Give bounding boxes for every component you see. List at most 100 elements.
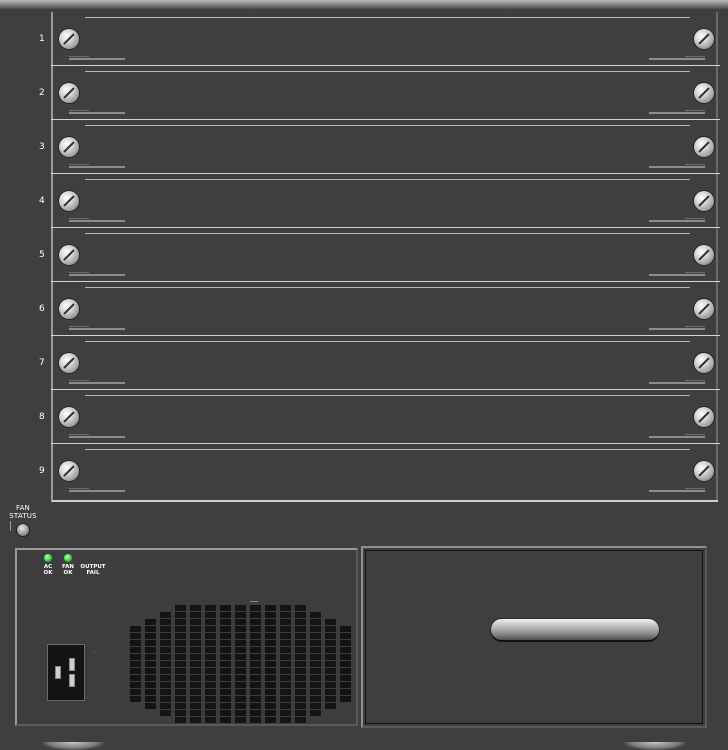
right-ejector bbox=[649, 326, 705, 330]
power-supply-module[interactable]: AC OK FAN OK OUTPUT FAIL › bbox=[15, 548, 358, 726]
blank-psu-panel[interactable] bbox=[361, 546, 707, 728]
left-thumbscrew-icon[interactable] bbox=[59, 407, 79, 427]
output-fail-label: OUTPUT FAIL bbox=[77, 564, 109, 576]
vent-slot bbox=[190, 633, 201, 639]
vent-slot bbox=[220, 675, 231, 681]
slot-number: 9 bbox=[39, 466, 45, 476]
vent-slot bbox=[265, 633, 276, 639]
vent-slot bbox=[175, 605, 186, 611]
right-thumbscrew-icon[interactable] bbox=[694, 299, 714, 319]
vent-slot bbox=[250, 682, 261, 688]
vent-slot bbox=[265, 626, 276, 632]
vent-slot bbox=[310, 668, 321, 674]
slot-row[interactable]: 5 bbox=[39, 228, 720, 282]
slot-row[interactable]: 3 bbox=[39, 120, 720, 174]
left-thumbscrew-icon[interactable] bbox=[59, 245, 79, 265]
vent-slot bbox=[340, 668, 351, 674]
left-thumbscrew-icon[interactable] bbox=[59, 83, 79, 103]
inlet-pin-left bbox=[55, 666, 61, 679]
vent-slot bbox=[160, 619, 171, 625]
vent-slot bbox=[310, 710, 321, 716]
vent-slot bbox=[265, 717, 276, 723]
vent-slot bbox=[220, 633, 231, 639]
slot-top-rail bbox=[85, 17, 690, 18]
right-thumbscrew-icon[interactable] bbox=[694, 245, 714, 265]
slot-row[interactable]: 2 bbox=[39, 66, 720, 120]
slot-row[interactable]: 4 bbox=[39, 174, 720, 228]
vent-slot bbox=[145, 661, 156, 667]
vent-slot bbox=[190, 605, 201, 611]
vent-slot bbox=[160, 696, 171, 702]
vent-slot bbox=[340, 633, 351, 639]
vent-slot bbox=[220, 654, 231, 660]
left-thumbscrew-icon[interactable] bbox=[59, 353, 79, 373]
vent-slot bbox=[160, 633, 171, 639]
inlet-pin-bottom-right bbox=[69, 674, 75, 687]
vent-slot bbox=[220, 661, 231, 667]
right-ejector bbox=[649, 272, 705, 276]
vent-slot bbox=[280, 689, 291, 695]
inlet-marker-icon: › bbox=[93, 650, 95, 656]
vent-slot bbox=[235, 682, 246, 688]
vent-slot bbox=[295, 689, 306, 695]
inlet-pin-top-right bbox=[69, 658, 75, 671]
vent-slot bbox=[220, 696, 231, 702]
vent-slot bbox=[190, 689, 201, 695]
vent-slot bbox=[295, 682, 306, 688]
vent-slot bbox=[310, 661, 321, 667]
fan-status-led[interactable] bbox=[17, 524, 29, 536]
vent-slot bbox=[145, 682, 156, 688]
right-thumbscrew-icon[interactable] bbox=[694, 29, 714, 49]
vent-slot bbox=[175, 689, 186, 695]
slot-row[interactable]: 7 bbox=[39, 336, 720, 390]
power-inlet-socket[interactable] bbox=[47, 644, 85, 701]
vent-slot bbox=[325, 619, 336, 625]
slot-top-rail bbox=[85, 287, 690, 288]
slot-row[interactable]: 1 bbox=[39, 12, 720, 66]
output-fail-label-line2: FAIL bbox=[86, 570, 100, 576]
vent-slot bbox=[310, 647, 321, 653]
vent-slot bbox=[235, 647, 246, 653]
vent-slot bbox=[310, 612, 321, 618]
right-thumbscrew-icon[interactable] bbox=[694, 353, 714, 373]
vent-slot bbox=[235, 717, 246, 723]
vent-slot bbox=[235, 703, 246, 709]
vent-slot bbox=[160, 682, 171, 688]
vent-slot bbox=[295, 654, 306, 660]
vent-slot bbox=[175, 682, 186, 688]
slot-row[interactable]: 6 bbox=[39, 282, 720, 336]
right-thumbscrew-icon[interactable] bbox=[694, 137, 714, 157]
right-thumbscrew-icon[interactable] bbox=[694, 407, 714, 427]
vent-slot bbox=[205, 710, 216, 716]
left-thumbscrew-icon[interactable] bbox=[59, 461, 79, 481]
vent-slot bbox=[145, 626, 156, 632]
left-thumbscrew-icon[interactable] bbox=[59, 137, 79, 157]
vent-slot bbox=[145, 675, 156, 681]
left-thumbscrew-icon[interactable] bbox=[59, 191, 79, 211]
vent-slot bbox=[130, 682, 141, 688]
vent-slot bbox=[235, 633, 246, 639]
slot-top-rail bbox=[85, 395, 690, 396]
vent-slot bbox=[250, 633, 261, 639]
vent-slot bbox=[295, 668, 306, 674]
slot-row[interactable]: 9 bbox=[39, 444, 718, 498]
right-thumbscrew-icon[interactable] bbox=[694, 83, 714, 103]
vent-slot bbox=[160, 668, 171, 674]
vent-slot bbox=[145, 696, 156, 702]
right-thumbscrew-icon[interactable] bbox=[694, 191, 714, 211]
left-thumbscrew-icon[interactable] bbox=[59, 299, 79, 319]
left-ejector bbox=[69, 434, 125, 438]
slot-row[interactable]: 8 bbox=[39, 390, 720, 444]
left-thumbscrew-icon[interactable] bbox=[59, 29, 79, 49]
vent-slot bbox=[265, 689, 276, 695]
vent-slot bbox=[250, 619, 261, 625]
vent-slot bbox=[235, 689, 246, 695]
fan-status-label-line2: STATUS bbox=[9, 512, 37, 520]
vent-slot bbox=[175, 647, 186, 653]
vent-slot bbox=[250, 647, 261, 653]
vent-slot bbox=[130, 661, 141, 667]
vent-slot bbox=[130, 696, 141, 702]
vent-slot bbox=[175, 640, 186, 646]
right-thumbscrew-icon[interactable] bbox=[694, 461, 714, 481]
blank-panel-handle[interactable] bbox=[491, 619, 659, 640]
